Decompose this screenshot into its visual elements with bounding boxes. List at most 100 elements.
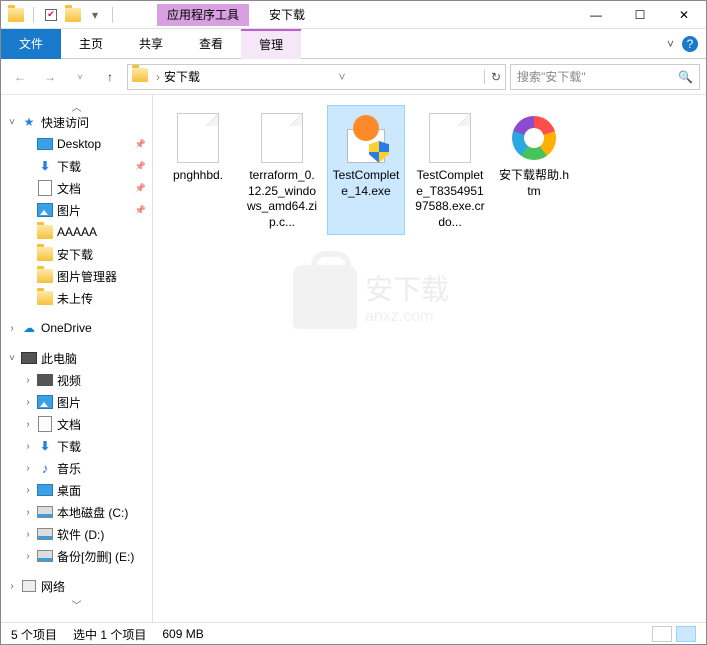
sidebar-item-quick-access[interactable]: ˅ ★ 快速访问 <box>1 111 152 133</box>
icons-view-button[interactable] <box>676 626 696 642</box>
ribbon-expand-icon[interactable]: ˅ <box>667 37 674 51</box>
sidebar-item[interactable]: › 本地磁盘 (C:) <box>1 501 152 523</box>
download-icon: ⬇ <box>37 158 53 174</box>
file-item[interactable]: terraform_0.12.25_windows_amd64.zip.c... <box>243 105 321 235</box>
file-content-area[interactable]: 安下载 anxz.com pnghhbd.terraform_0.12.25_w… <box>153 95 706 622</box>
chevron-right-icon[interactable]: › <box>21 551 35 562</box>
video-icon <box>37 372 53 388</box>
chevron-down-icon[interactable]: ˅ <box>5 117 19 128</box>
sidebar-item[interactable]: › 文档 <box>1 413 152 435</box>
close-button[interactable]: ✕ <box>662 1 706 29</box>
doc-icon <box>37 180 53 196</box>
network-icon <box>21 578 37 594</box>
folder-icon <box>37 268 53 284</box>
sidebar-item[interactable]: ›软件 (D:) <box>1 523 152 545</box>
sidebar-item[interactable]: ·AAAAA <box>1 221 152 243</box>
sidebar-item[interactable]: ·Desktop <box>1 133 152 155</box>
sidebar-item[interactable]: ·图片管理器 <box>1 265 152 287</box>
status-item-count: 5 个项目 <box>11 626 57 643</box>
file-name: pnghhbd. <box>173 168 223 184</box>
sidebar-item-label: 文档 <box>57 180 81 197</box>
sidebar-item[interactable]: ›视频 <box>1 369 152 391</box>
breadcrumb-dropdown-icon[interactable]: ˅ <box>338 70 345 84</box>
status-selection: 选中 1 个项目 <box>73 626 146 643</box>
sidebar-item-label: 下载 <box>57 158 81 175</box>
sidebar-item[interactable]: ·安下载 <box>1 243 152 265</box>
chevron-right-icon[interactable]: › <box>21 375 35 386</box>
tab-home[interactable]: 主页 <box>61 29 121 59</box>
sidebar-item-label: Desktop <box>57 137 101 151</box>
folder-icon <box>37 224 53 240</box>
tab-view[interactable]: 查看 <box>181 29 241 59</box>
qat-dropdown-icon[interactable]: ▾ <box>86 6 104 24</box>
chevron-right-icon[interactable]: › <box>21 397 35 408</box>
minimize-button[interactable]: — <box>574 1 618 29</box>
recent-locations-button[interactable]: ˅ <box>67 64 93 90</box>
file-item[interactable]: pnghhbd. <box>159 105 237 235</box>
refresh-button[interactable]: ↻ <box>484 70 501 84</box>
file-icon <box>506 110 562 166</box>
chevron-right-icon[interactable]: › <box>21 507 35 518</box>
file-icon <box>422 110 478 166</box>
sidebar-item-label: 文档 <box>57 416 81 433</box>
sidebar-item[interactable]: ·⬇下载 <box>1 155 152 177</box>
chevron-right-icon[interactable]: › <box>21 441 35 452</box>
scroll-down-icon[interactable]: ﹀ <box>1 597 152 609</box>
sidebar-item-this-pc[interactable]: ˅ 此电脑 <box>1 347 152 369</box>
search-icon[interactable]: 🔍 <box>678 70 693 84</box>
tab-manage[interactable]: 管理 <box>241 29 301 59</box>
chevron-right-icon[interactable]: › <box>21 419 35 430</box>
pic-icon <box>37 202 53 218</box>
folder-icon <box>7 6 25 24</box>
chevron-right-icon[interactable]: › <box>21 529 35 540</box>
back-button[interactable]: ← <box>7 64 33 90</box>
context-tab-label: 应用程序工具 <box>167 6 239 23</box>
forward-button[interactable]: → <box>37 64 63 90</box>
sidebar-item[interactable]: ·文档 <box>1 177 152 199</box>
sidebar-item[interactable]: ›备份[勿删] (E:) <box>1 545 152 567</box>
file-item[interactable]: TestComplete_14.exe <box>327 105 405 235</box>
sidebar-item[interactable]: ·未上传 <box>1 287 152 309</box>
breadcrumb[interactable]: › 安下载 ˅ ↻ <box>127 64 506 90</box>
folder-icon[interactable] <box>64 6 82 24</box>
sidebar-item[interactable]: › 桌面 <box>1 479 152 501</box>
sidebar-item-label: 未上传 <box>57 290 93 307</box>
file-item[interactable]: TestComplete_T835495197588.exe.crdo... <box>411 105 489 235</box>
statusbar: 5 个项目 选中 1 个项目 609 MB <box>1 622 706 645</box>
folder-icon <box>132 68 148 85</box>
chevron-right-icon[interactable]: › <box>21 463 35 474</box>
up-button[interactable]: ↑ <box>97 64 123 90</box>
view-switcher <box>652 626 696 642</box>
sidebar-item-onedrive[interactable]: › ☁ OneDrive <box>1 317 152 339</box>
scroll-up-icon[interactable]: ︿ <box>1 99 152 111</box>
sidebar-item-label: 快速访问 <box>41 114 89 131</box>
sidebar-item[interactable]: ·图片 <box>1 199 152 221</box>
tab-file[interactable]: 文件 <box>1 29 61 59</box>
sidebar-item-network[interactable]: › 网络 <box>1 575 152 597</box>
maximize-button[interactable]: ☐ <box>618 1 662 29</box>
sidebar-item-label: 桌面 <box>57 482 81 499</box>
details-view-button[interactable] <box>652 626 672 642</box>
chevron-down-icon[interactable]: ˅ <box>5 353 19 364</box>
sidebar-item-label: 安下载 <box>57 246 93 263</box>
search-input[interactable]: 搜索"安下载" 🔍 <box>510 64 700 90</box>
chevron-right-icon[interactable]: › <box>5 323 19 334</box>
disk-icon <box>37 504 53 520</box>
file-icon <box>254 110 310 166</box>
file-name: 安下载帮助.htm <box>498 168 570 199</box>
search-placeholder: 搜索"安下载" <box>517 68 678 85</box>
chevron-right-icon[interactable]: › <box>156 70 160 84</box>
chevron-right-icon[interactable]: › <box>5 581 19 592</box>
file-icon <box>338 110 394 166</box>
breadcrumb-item[interactable]: 安下载 <box>164 68 200 85</box>
sidebar-item[interactable]: ›图片 <box>1 391 152 413</box>
tab-share[interactable]: 共享 <box>121 29 181 59</box>
checkbox-icon[interactable]: ✔ <box>42 6 60 24</box>
help-icon[interactable]: ? <box>682 36 698 52</box>
chevron-right-icon[interactable]: › <box>21 485 35 496</box>
sidebar-item[interactable]: ›♪音乐 <box>1 457 152 479</box>
file-item[interactable]: 安下载帮助.htm <box>495 105 573 235</box>
sidebar-item-label: 下载 <box>57 438 81 455</box>
sidebar-item[interactable]: ›⬇下载 <box>1 435 152 457</box>
sidebar-item-label: 本地磁盘 (C:) <box>57 504 128 521</box>
